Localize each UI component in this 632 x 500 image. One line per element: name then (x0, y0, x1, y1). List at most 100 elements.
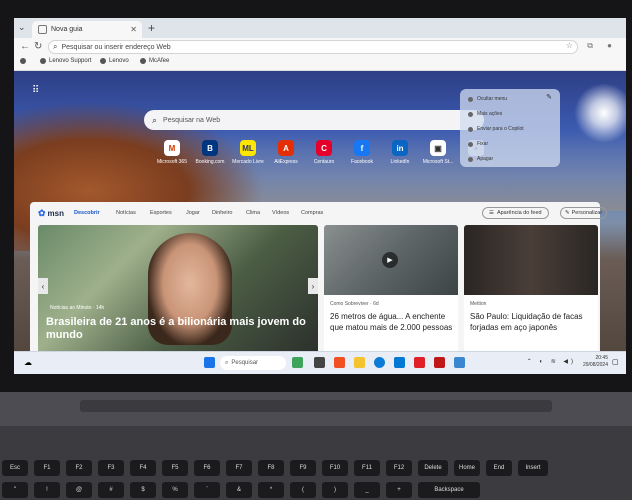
quick-link-mercado-livre[interactable]: ML Mercado Livre (230, 140, 266, 165)
taskbar-app-icon[interactable] (292, 357, 303, 368)
close-tab-icon[interactable]: ✕ (130, 25, 137, 34)
personalize-button[interactable]: ✎ Personalizar (560, 207, 608, 219)
app-launcher-icon[interactable]: ⠿ (32, 85, 39, 96)
key-6[interactable]: ¨ (194, 482, 220, 498)
hero-news-card[interactable]: Notícias ao Minuto · 14h Brasileira de 2… (38, 225, 318, 357)
menu-item-icon (468, 126, 473, 132)
msn-nav-bar: ✿ msn Descobrir Notícias Esportes Jogar D… (30, 202, 608, 224)
menu-item-icon (468, 96, 473, 102)
key-3[interactable]: # (98, 482, 124, 498)
file-explorer-icon[interactable] (354, 357, 365, 368)
quick-link-booking[interactable]: B Booking.com (192, 140, 228, 165)
back-icon[interactable]: ← (20, 41, 30, 52)
key-4[interactable]: $ (130, 482, 156, 498)
key-0[interactable]: ) (322, 482, 348, 498)
key-end[interactable]: End (486, 460, 512, 476)
menu-item-send-to-copilot[interactable]: Enviar para o Copilot (468, 126, 524, 132)
quick-link-centauro[interactable]: C Centauro (306, 140, 342, 165)
favorite-lenovo[interactable]: Lenovo (100, 58, 129, 64)
nav-weather[interactable]: Clima (246, 210, 260, 216)
nav-play[interactable]: Jogar (186, 210, 200, 216)
taskbar-clock[interactable]: 20:45 29/08/2024 (583, 355, 608, 369)
key-delete[interactable]: Delete (418, 460, 448, 476)
key-f12[interactable]: F12 (386, 460, 412, 476)
notifications-icon[interactable]: ▢ (612, 358, 623, 369)
key-f3[interactable]: F3 (98, 460, 124, 476)
tab-actions-icon[interactable]: ⌄ (18, 22, 26, 33)
key-equals[interactable]: + (386, 482, 412, 498)
key-1[interactable]: ! (34, 482, 60, 498)
key-7[interactable]: & (226, 482, 252, 498)
system-tray-icons[interactable]: ⌃ ◐ ≋ ◀) (527, 358, 576, 365)
quick-link-aliexpress[interactable]: A AliExpress (268, 140, 304, 165)
mcafee-icon[interactable] (434, 357, 445, 368)
lenovo-vantage-icon[interactable] (414, 357, 425, 368)
nav-news[interactable]: Notícias (116, 210, 136, 216)
refresh-icon[interactable]: ↻ (34, 41, 42, 52)
key-f2[interactable]: F2 (66, 460, 92, 476)
quick-link-microsoft-store[interactable]: ▣ Microsoft St... (420, 140, 456, 165)
key-f1[interactable]: F1 (34, 460, 60, 476)
taskbar-app-icon[interactable] (454, 357, 465, 368)
web-search-box[interactable]: ⌕ Pesquisar na Web (144, 110, 484, 130)
copilot-icon[interactable] (334, 357, 345, 368)
taskbar-search[interactable]: ⌕ Pesquisar (220, 356, 286, 370)
key-f5[interactable]: F5 (162, 460, 188, 476)
nav-sports[interactable]: Esportes (150, 210, 172, 216)
hero-source: Notícias ao Minuto · 14h (50, 305, 105, 311)
key-f11[interactable]: F11 (354, 460, 380, 476)
widgets-icon[interactable]: ☁ (24, 358, 35, 369)
feed-settings-button[interactable]: ☰ Aparência do feed (482, 207, 549, 219)
key-insert[interactable]: Insert (518, 460, 548, 476)
news-card[interactable]: Mettion São Paulo: Liquidação de facas f… (464, 225, 598, 357)
start-icon[interactable] (204, 357, 215, 368)
keyboard: Esc F1 F2 F3 F4 F5 F6 F7 F8 F9 F10 F11 F… (0, 426, 632, 500)
news-card[interactable]: ▶ Como Sobreviver · 6d 26 metros de água… (324, 225, 458, 357)
key-home[interactable]: Home (454, 460, 480, 476)
favorites-icon[interactable] (20, 58, 29, 64)
msn-logo[interactable]: ✿ msn (38, 208, 64, 219)
clock-time: 20:45 (595, 355, 608, 361)
address-bar[interactable]: ⌕ Pesquisar ou inserir endereço Web (48, 40, 578, 54)
carousel-prev-button[interactable]: ‹ (38, 278, 48, 294)
quick-link-linkedin[interactable]: in LinkedIn (382, 140, 418, 165)
key-5[interactable]: % (162, 482, 188, 498)
key-f4[interactable]: F4 (130, 460, 156, 476)
key-9[interactable]: ( (290, 482, 316, 498)
key-backspace[interactable]: Backspace (418, 482, 480, 498)
quick-link-label: LinkedIn (390, 159, 410, 165)
edge-icon[interactable] (374, 357, 385, 368)
key-quote[interactable]: " (2, 482, 28, 498)
carousel-next-button[interactable]: › (308, 278, 318, 294)
new-tab-button[interactable]: + (148, 21, 155, 35)
tab-new-tab[interactable]: Nova guia ✕ (32, 21, 142, 38)
favorite-mcafee[interactable]: McAfee (140, 58, 169, 64)
store-icon[interactable] (394, 357, 405, 368)
menu-item-label: Apagar (477, 156, 494, 162)
quick-link-microsoft-365[interactable]: M Microsoft 365 (154, 140, 190, 165)
quick-link-facebook[interactable]: f Facebook (344, 140, 380, 165)
nav-discover[interactable]: Descobrir (74, 210, 100, 216)
menu-item-more-actions[interactable]: Mais ações (468, 111, 502, 117)
task-view-icon[interactable] (314, 357, 325, 368)
nav-shopping[interactable]: Compras (301, 210, 323, 216)
menu-item-pin[interactable]: Fixar (468, 141, 488, 147)
favorite-lenovo-support[interactable]: Lenovo Support (40, 58, 91, 64)
key-2[interactable]: @ (66, 482, 92, 498)
pencil-icon[interactable]: ✎ (546, 93, 552, 101)
key-f8[interactable]: F8 (258, 460, 284, 476)
menu-item-hide[interactable]: Ocultar menu (468, 96, 507, 102)
key-f9[interactable]: F9 (290, 460, 316, 476)
search-placeholder: Pesquisar na Web (163, 116, 221, 124)
key-f10[interactable]: F10 (322, 460, 348, 476)
browser-toolbar-icons[interactable]: ☆ ⧉ ● (566, 41, 618, 51)
nav-videos[interactable]: Vídeos (272, 210, 289, 216)
menu-item-delete[interactable]: Apagar (468, 156, 493, 162)
nav-money[interactable]: Dinheiro (212, 210, 232, 216)
key-f6[interactable]: F6 (194, 460, 220, 476)
key-minus[interactable]: _ (354, 482, 380, 498)
key-f7[interactable]: F7 (226, 460, 252, 476)
play-icon[interactable]: ▶ (382, 252, 398, 268)
key-esc[interactable]: Esc (2, 460, 28, 476)
key-8[interactable]: * (258, 482, 284, 498)
